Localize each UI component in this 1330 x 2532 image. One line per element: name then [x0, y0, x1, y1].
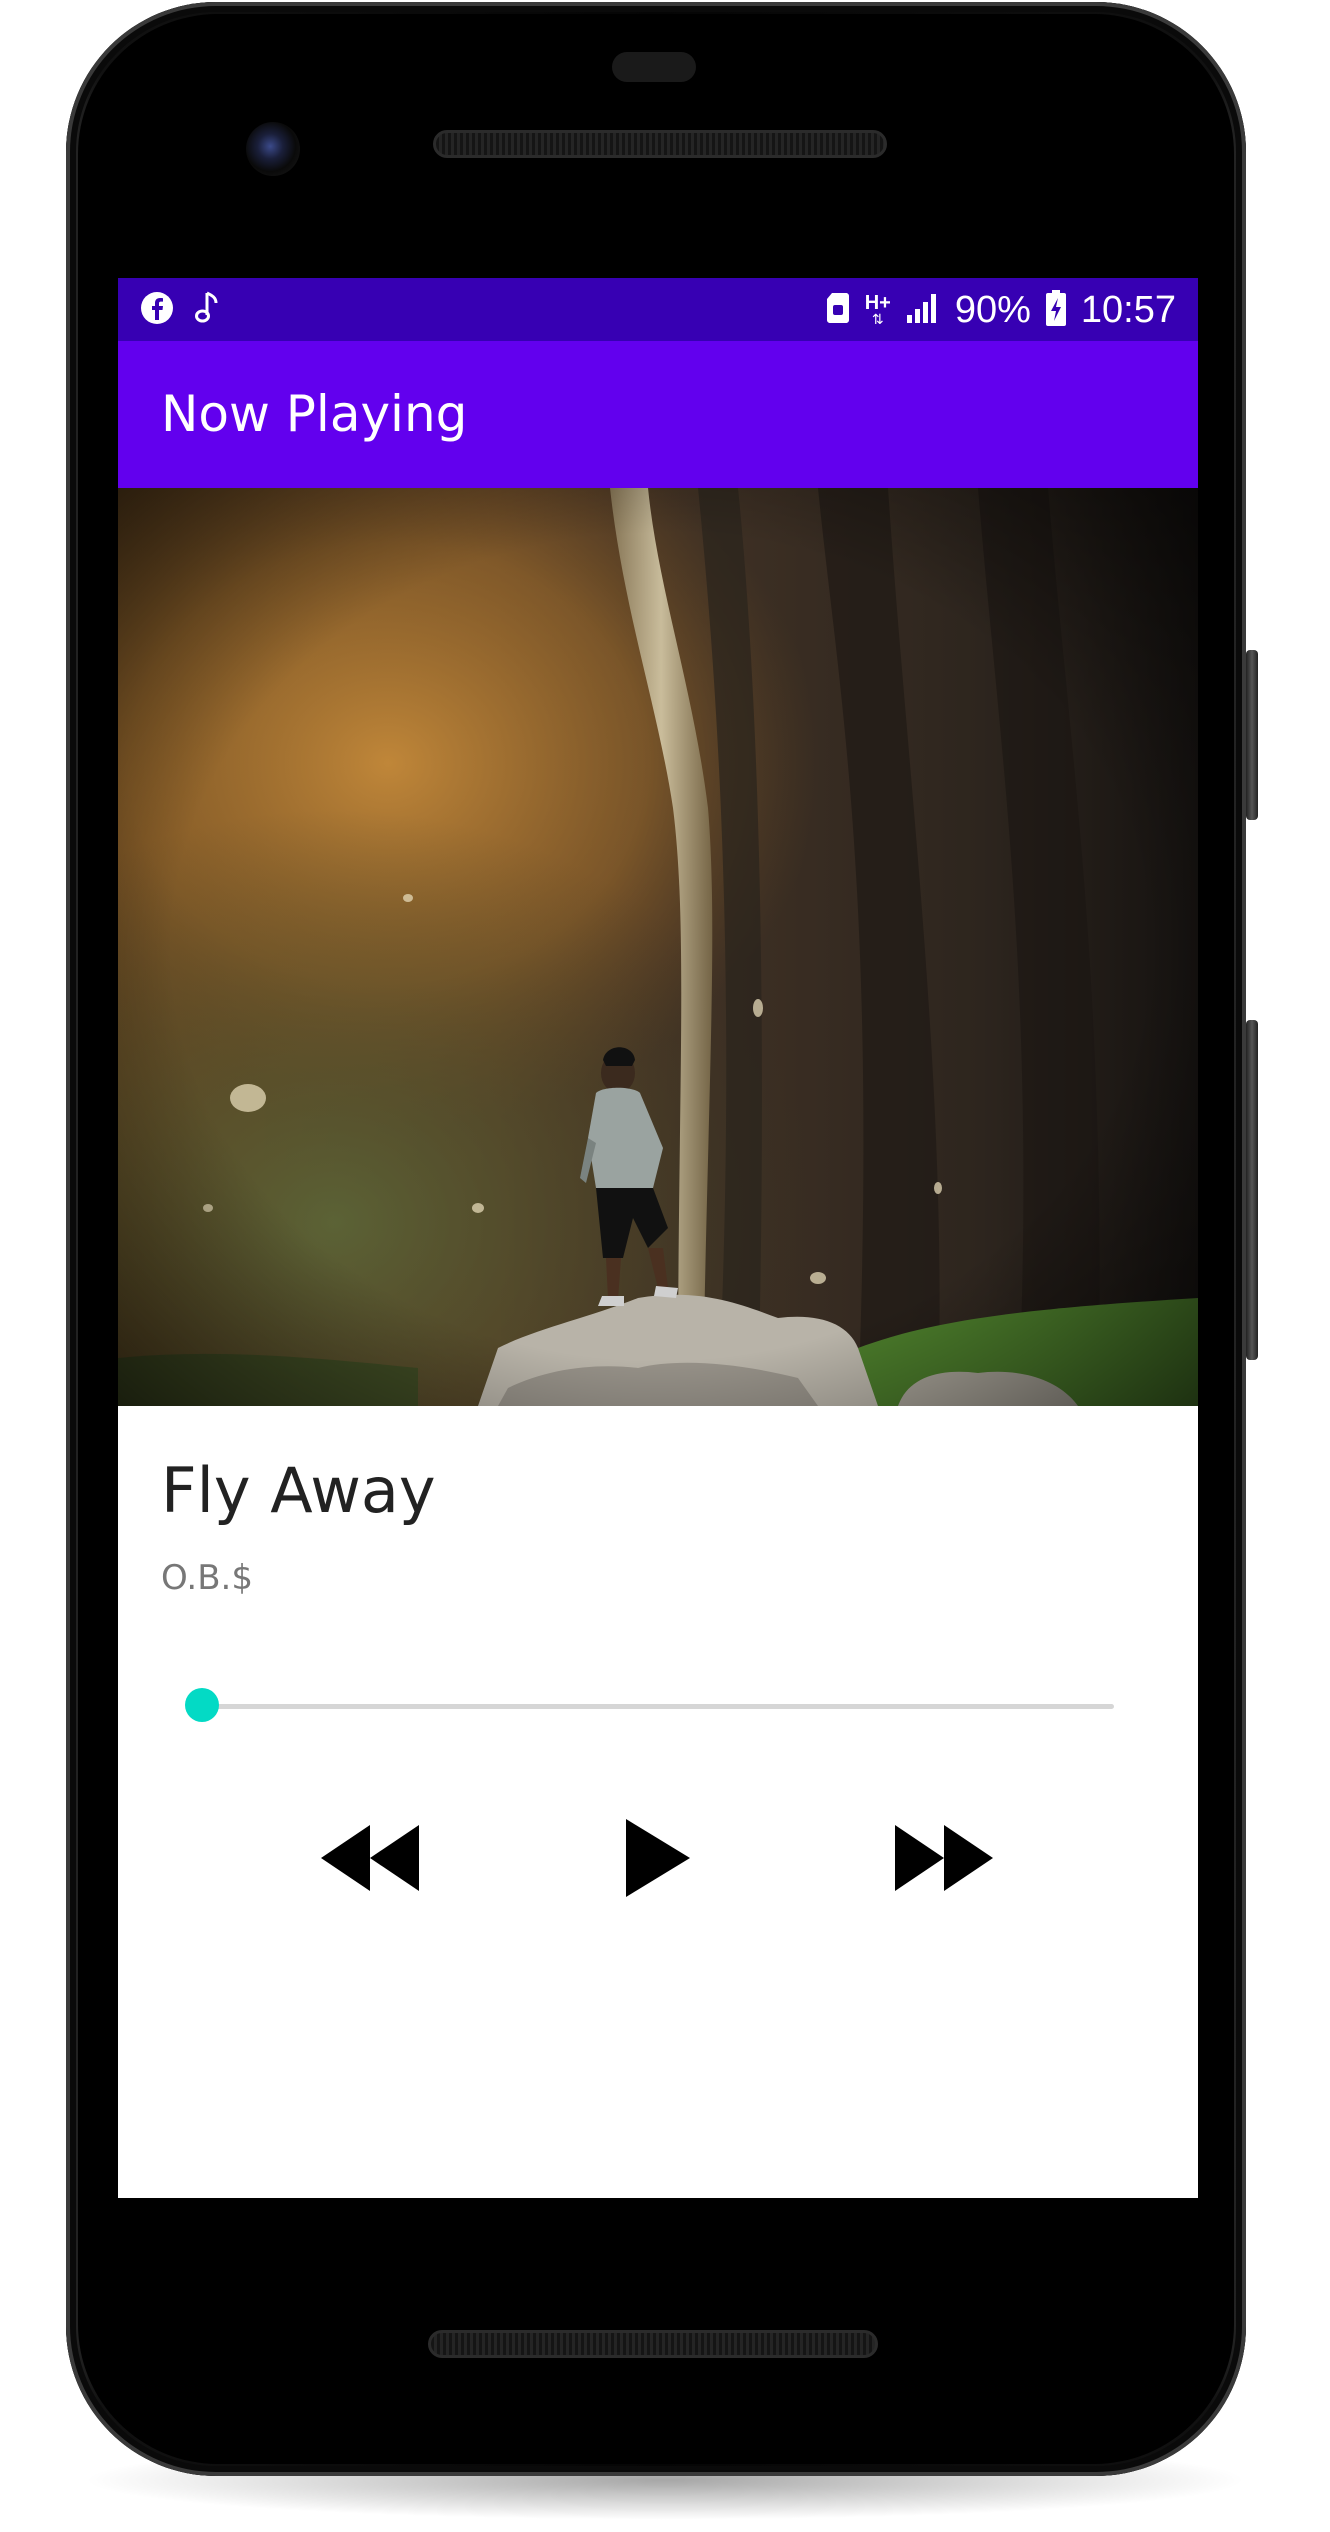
facebook-icon [140, 291, 174, 329]
seek-thumb[interactable] [185, 1688, 219, 1722]
signal-icon [905, 291, 941, 329]
battery-charging-icon [1045, 289, 1067, 331]
app-bar: Now Playing [118, 341, 1198, 488]
network-arrows: ⇅ [871, 312, 884, 328]
screen: H+ ⇅ 90% 10:57 Now Playing Fly Away O.B.… [118, 278, 1198, 2198]
fast-forward-icon [895, 1825, 993, 1891]
seek-track[interactable] [202, 1704, 1114, 1709]
network-h-plus-icon: H+ ⇅ [865, 293, 891, 327]
music-note-icon [194, 289, 224, 331]
song-title: Fly Away [161, 1454, 436, 1527]
bottom-speaker [428, 2330, 878, 2358]
volume-button [1246, 1020, 1258, 1360]
network-label: H+ [864, 292, 891, 314]
playback-controls [118, 1798, 1198, 1918]
album-art-image [118, 488, 1198, 1406]
fast-forward-button[interactable] [884, 1798, 1004, 1918]
status-right-icons: H+ ⇅ 90% 10:57 [825, 286, 1176, 334]
sim-icon [825, 291, 851, 329]
top-speaker [433, 130, 887, 158]
artist-name: O.B.$ [161, 1558, 253, 1598]
rewind-button[interactable] [310, 1798, 430, 1918]
power-button [1246, 650, 1258, 820]
play-icon [626, 1819, 690, 1897]
app-title: Now Playing [161, 385, 468, 443]
album-art [118, 488, 1198, 1406]
front-camera [246, 122, 300, 176]
rewind-icon [321, 1825, 419, 1891]
status-left-icons [140, 290, 224, 330]
top-sensor [612, 52, 696, 82]
status-bar: H+ ⇅ 90% 10:57 [118, 278, 1198, 341]
seek-bar[interactable] [185, 1686, 1114, 1726]
battery-percent: 90% [954, 288, 1031, 331]
clock: 10:57 [1080, 288, 1176, 331]
play-button[interactable] [598, 1798, 718, 1918]
